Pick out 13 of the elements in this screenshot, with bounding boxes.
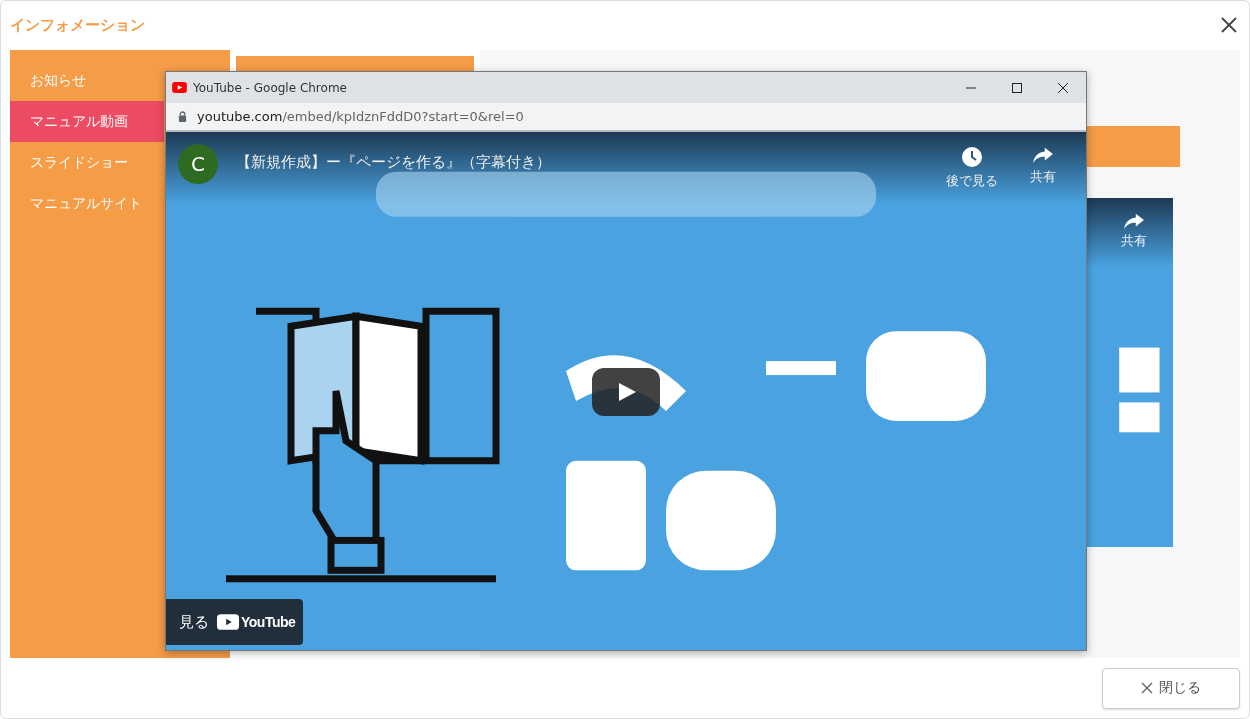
share-icon (1123, 211, 1145, 230)
play-logo-icon (172, 82, 187, 93)
maximize-icon[interactable] (1012, 82, 1022, 93)
close-icon[interactable] (1058, 82, 1068, 93)
share-button[interactable]: 共有 (1121, 211, 1147, 250)
lock-icon (178, 111, 187, 122)
window-title: YouTube - Google Chrome (193, 80, 348, 95)
dialog-title: インフォメーション (10, 15, 145, 35)
close-icon (1141, 682, 1153, 695)
url-text[interactable]: youtube.com/embed/kpIdznFddD0?start=0&rel=0 (197, 109, 524, 124)
sidebar-item[interactable]: マニュアル動画 (10, 100, 164, 142)
close-button[interactable]: 閉じる (1102, 667, 1240, 709)
close-icon[interactable] (1221, 17, 1237, 34)
